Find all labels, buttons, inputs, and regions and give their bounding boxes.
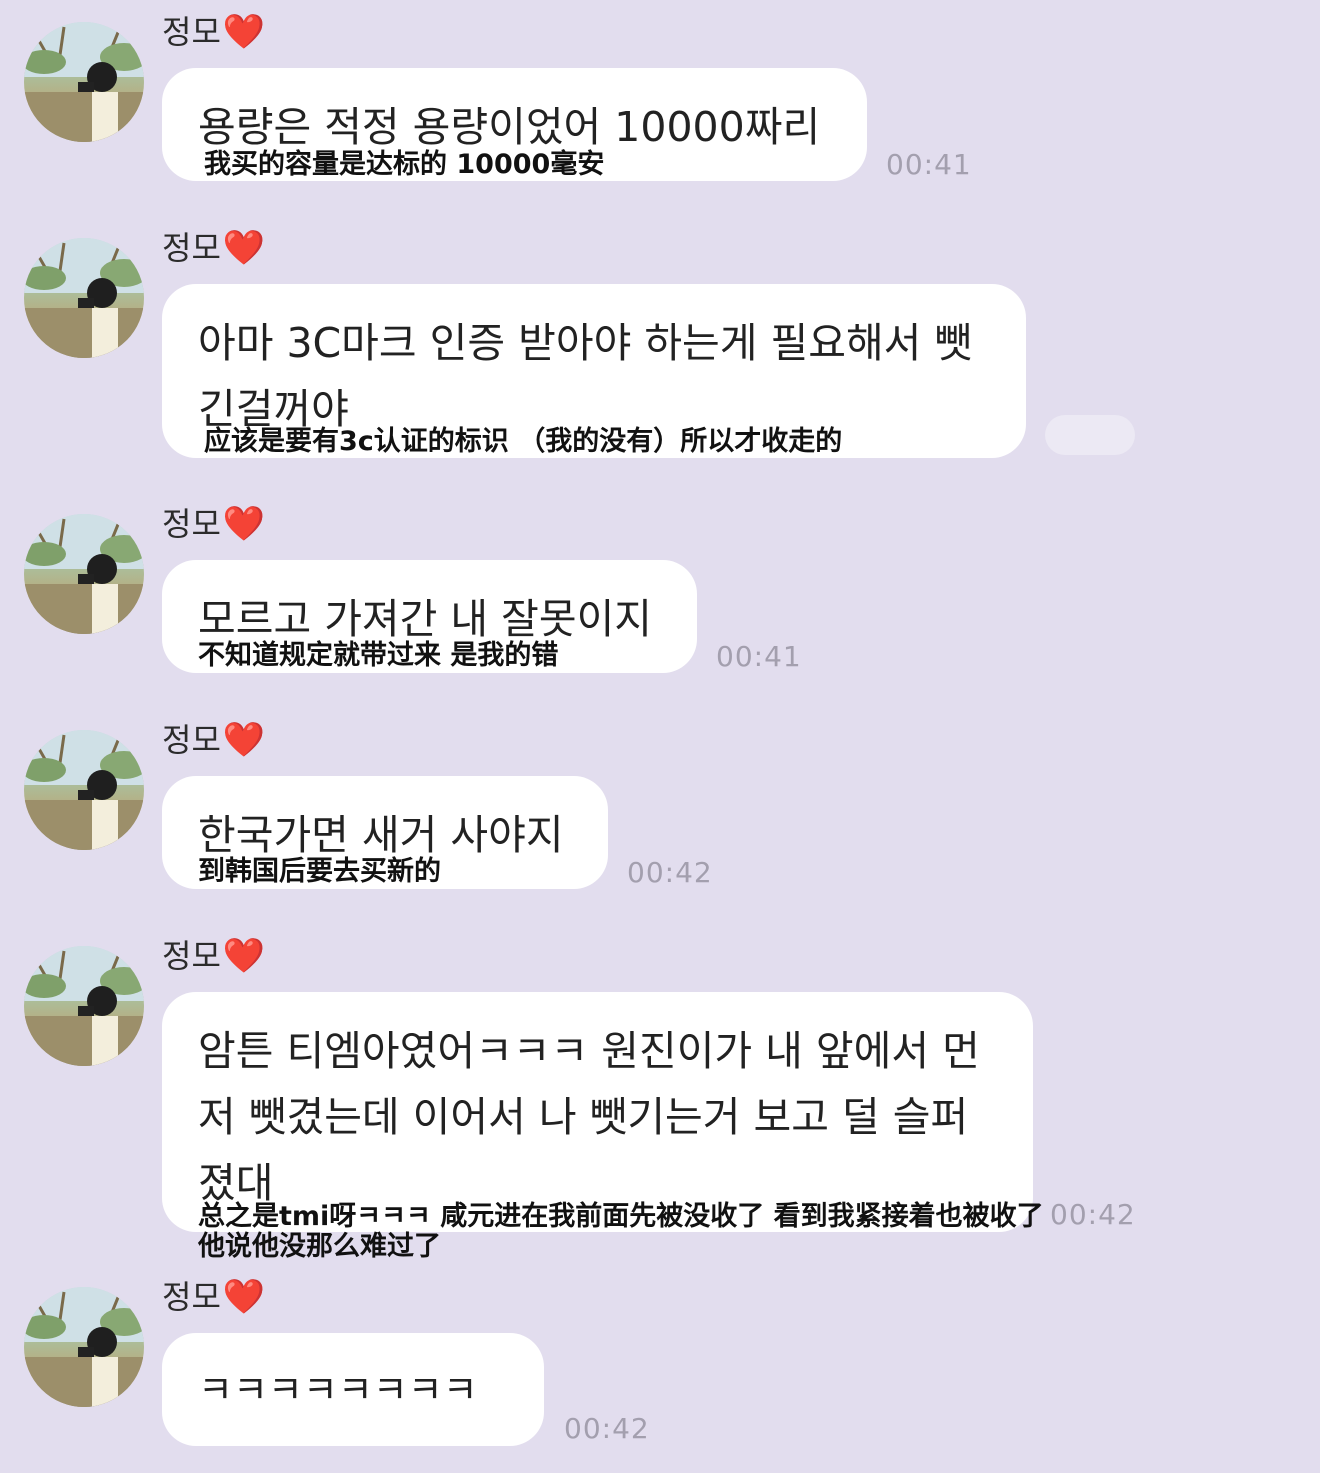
avatar-photo-icon	[24, 238, 144, 358]
sender-label: 정모	[162, 229, 221, 267]
heart-icon: ❤️	[222, 936, 266, 976]
timestamp: 00:41	[886, 148, 972, 181]
message-bubble[interactable]: ㅋㅋㅋㅋㅋㅋㅋㅋ	[162, 1333, 544, 1446]
translation-caption: 到韩国后要去买新的	[198, 856, 441, 887]
sender-name: 정모❤️	[162, 1277, 265, 1317]
avatar-photo-icon	[24, 1287, 144, 1407]
avatar[interactable]	[24, 238, 144, 358]
message-text: 암튼 티엠아였어ㅋㅋㅋ 원진이가 내 앞에서 먼 저 뺏겼는데 이어서 나 뺏기…	[198, 1027, 980, 1207]
translation-caption-line2: 他说他没那么难过了	[198, 1231, 441, 1262]
heart-icon: ❤️	[222, 228, 266, 268]
sender-name: 정모❤️	[162, 504, 265, 544]
message-text: 아마 3C마크 인증 받아야 하는게 필요해서 뺏 긴걸꺼야	[198, 319, 973, 433]
sender-label: 정모	[162, 937, 221, 975]
sender-name: 정모❤️	[162, 228, 265, 268]
translation-caption: 总之是tmi呀ㅋㅋㅋ 咸元进在我前面先被没收了 看到我紧接着也被收了	[198, 1201, 1044, 1232]
timestamp: 00:41	[716, 640, 802, 673]
avatar[interactable]	[24, 514, 144, 634]
faded-timestamp	[1045, 415, 1135, 455]
sender-name: 정모❤️	[162, 12, 265, 52]
heart-icon: ❤️	[222, 1277, 266, 1317]
avatar-photo-icon	[24, 946, 144, 1066]
sender-label: 정모	[162, 13, 221, 51]
heart-icon: ❤️	[222, 12, 266, 52]
avatar[interactable]	[24, 730, 144, 850]
translation-caption: 应该是要有3c认证的标识 （我的没有）所以才收走的	[204, 426, 843, 457]
message-bubble[interactable]: 암튼 티엠아였어ㅋㅋㅋ 원진이가 내 앞에서 먼 저 뺏겼는데 이어서 나 뺏기…	[162, 992, 1033, 1232]
heart-icon: ❤️	[222, 504, 266, 544]
avatar-photo-icon	[24, 514, 144, 634]
sender-label: 정모	[162, 505, 221, 543]
avatar[interactable]	[24, 22, 144, 142]
avatar[interactable]	[24, 946, 144, 1066]
timestamp: 00:42	[1050, 1198, 1136, 1231]
sender-name: 정모❤️	[162, 720, 265, 760]
avatar-photo-icon	[24, 22, 144, 142]
avatar[interactable]	[24, 1287, 144, 1407]
message-text: ㅋㅋㅋㅋㅋㅋㅋㅋ	[198, 1368, 478, 1412]
timestamp: 00:42	[627, 856, 713, 889]
timestamp: 00:42	[564, 1412, 650, 1445]
sender-name: 정모❤️	[162, 936, 265, 976]
avatar-photo-icon	[24, 730, 144, 850]
sender-label: 정모	[162, 721, 221, 759]
translation-caption: 不知道规定就带过来 是我的错	[198, 640, 559, 671]
sender-label: 정모	[162, 1278, 221, 1316]
translation-caption: 我买的容量是达标的 10000毫安	[204, 149, 605, 180]
heart-icon: ❤️	[222, 720, 266, 760]
